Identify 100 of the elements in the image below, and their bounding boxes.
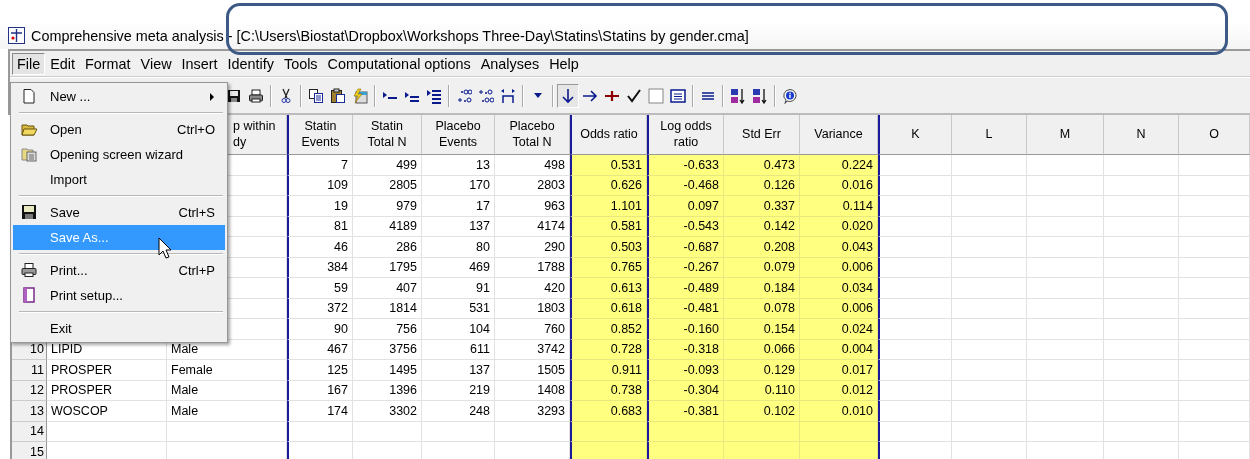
table-cell [1179, 155, 1250, 176]
page-setup-icon [21, 287, 37, 303]
table-cell: -0.318 [647, 339, 724, 360]
table-cell: -0.489 [647, 278, 724, 299]
table-cell: -0.267 [647, 257, 724, 278]
table-cell: Female [167, 360, 287, 381]
table-cell: 17 [422, 196, 495, 217]
decimal-increase-icon [456, 87, 472, 104]
table-cell: 1.101 [570, 196, 647, 217]
table-cell: 0.626 [570, 175, 647, 196]
table-cell: 0.154 [724, 319, 800, 340]
menu-item[interactable]: Exit [13, 316, 225, 341]
table-cell: 0.126 [724, 175, 800, 196]
table-cell: 167 [287, 380, 353, 401]
empty-box-icon [648, 87, 664, 104]
menu-item[interactable]: Print... Ctrl+P [13, 258, 225, 283]
copy-icon [308, 87, 324, 104]
table-cell: 0.142 [724, 216, 800, 237]
table-cell: 0.078 [724, 298, 800, 319]
column-header: Placebo Events [422, 115, 495, 155]
table-cell: 0.043 [800, 237, 878, 258]
menu-item[interactable]: View [135, 52, 177, 75]
menu-item[interactable]: Analyses [475, 52, 545, 75]
table-cell: 91 [422, 278, 495, 299]
table-cell: 80 [422, 237, 495, 258]
table-cell: 531 [422, 298, 495, 319]
column-header: Std Err [724, 115, 800, 155]
table-cell: -0.160 [647, 319, 724, 340]
menu-item[interactable]: Format [80, 52, 136, 75]
table-cell [1179, 237, 1250, 258]
table-cell [1179, 421, 1250, 442]
table-cell: 137 [422, 360, 495, 381]
table-cell: 0.852 [570, 319, 647, 340]
table-cell: 1495 [353, 360, 422, 381]
menu-item[interactable]: Save Ctrl+S [13, 200, 225, 225]
table-cell: 0.020 [800, 216, 878, 237]
page-icon [21, 88, 37, 104]
menu-item[interactable]: File [12, 52, 46, 75]
table-cell [1179, 360, 1250, 381]
check-icon [626, 87, 642, 104]
table-cell: 286 [353, 237, 422, 258]
right-arrow-icon [582, 87, 598, 104]
menu-item[interactable]: Computational options [322, 52, 476, 75]
table-cell: 3302 [353, 401, 422, 422]
column-width-icon [500, 87, 516, 104]
table-cell: 1795 [353, 257, 422, 278]
menu-item[interactable]: Insert [176, 52, 223, 75]
menu-item[interactable]: Import [13, 167, 225, 192]
table-cell [287, 442, 353, 459]
table-cell: 0.006 [800, 298, 878, 319]
info-icon [782, 87, 798, 104]
text-box-icon [670, 87, 686, 104]
paste-icon [330, 87, 346, 104]
column-header: Statin Events [287, 115, 353, 155]
table-cell: 0.016 [800, 175, 878, 196]
table-cell [1179, 319, 1250, 340]
row-number: 15 [12, 442, 47, 459]
table-cell: 0.503 [570, 237, 647, 258]
table-cell: 0.097 [647, 196, 724, 217]
list-indent-icon [426, 87, 442, 104]
sort-ascending-icon [730, 87, 746, 104]
table-cell: 90 [287, 319, 353, 340]
table-cell: 13 [422, 155, 495, 176]
table-cell: 499 [353, 155, 422, 176]
folder-icon [21, 121, 37, 137]
table-cell [1179, 401, 1250, 422]
table-cell: Male [167, 380, 287, 401]
table-cell: 109 [287, 175, 353, 196]
table-cell: 0.114 [800, 196, 878, 217]
table-cell: 756 [353, 319, 422, 340]
table-cell [1179, 298, 1250, 319]
table-cell [1179, 339, 1250, 360]
table-cell: 0.581 [570, 216, 647, 237]
column-header: O [1179, 115, 1250, 155]
caret-icon [534, 93, 542, 98]
row-number: 12 [12, 380, 47, 401]
table-cell: 0.066 [724, 339, 800, 360]
table-cell: 0.337 [724, 196, 800, 217]
table-cell: 0.034 [800, 278, 878, 299]
column-header: N [1104, 115, 1179, 155]
sort-descending-icon [752, 87, 768, 104]
menu-item[interactable]: Help [544, 52, 584, 75]
table-cell: 0.004 [800, 339, 878, 360]
table-cell: 0.473 [724, 155, 800, 176]
down-arrow-button[interactable] [557, 83, 579, 108]
table-cell: 0.911 [570, 360, 647, 381]
menu-item[interactable]: Identify [222, 52, 279, 75]
table-cell: -0.093 [647, 360, 724, 381]
table-cell: 0.017 [800, 360, 878, 381]
menu-item[interactable]: New ... [13, 84, 225, 109]
column-header: M [1027, 115, 1104, 155]
table-cell [1179, 278, 1250, 299]
menu-item[interactable]: Print setup... [13, 283, 225, 308]
table-cell: -0.633 [647, 155, 724, 176]
table-cell: -0.304 [647, 380, 724, 401]
table-cell: 0.079 [724, 257, 800, 278]
menu-item[interactable]: Edit [45, 52, 80, 75]
table-cell: 0.683 [570, 401, 647, 422]
table-cell: Male [167, 401, 287, 422]
menu-item[interactable]: Tools [278, 52, 323, 75]
